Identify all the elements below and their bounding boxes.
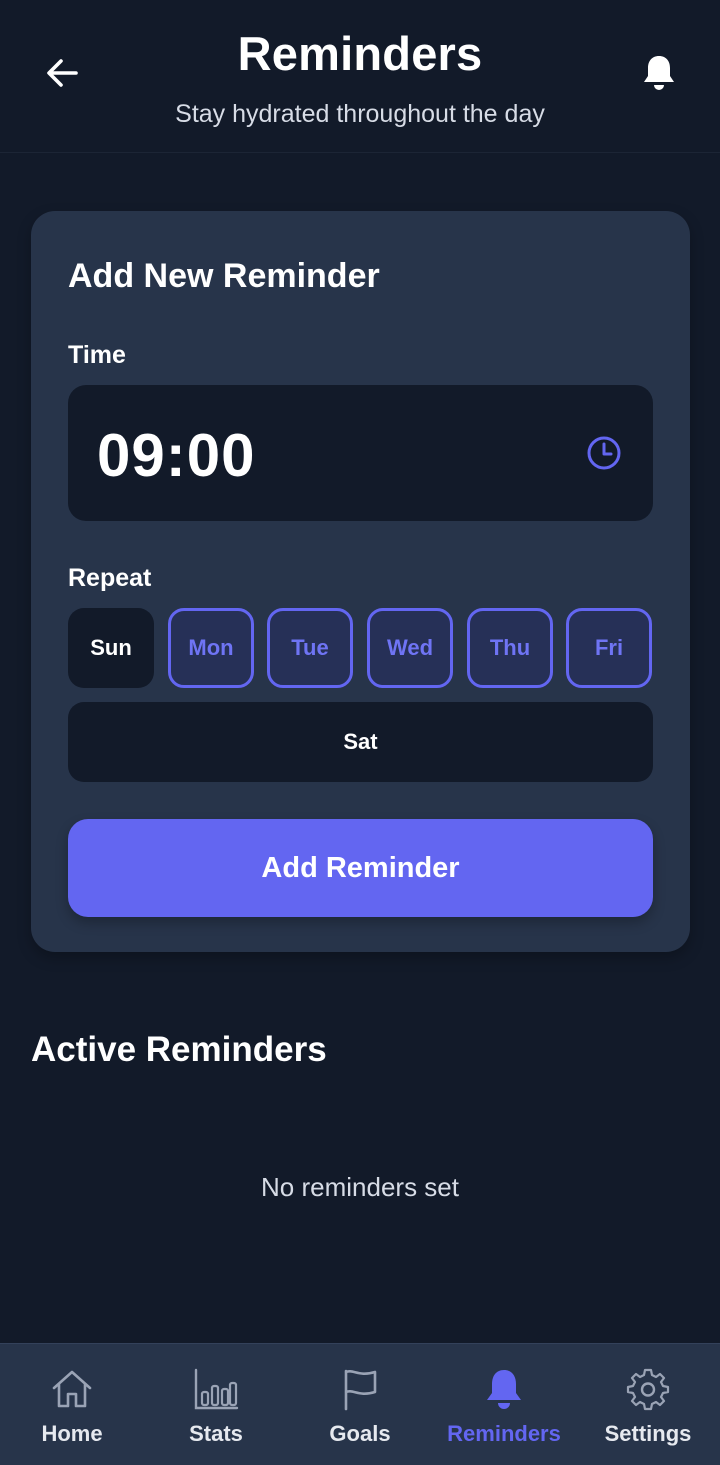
day-toggle-tue[interactable]: Tue — [267, 608, 353, 688]
empty-state-text: No reminders set — [261, 1172, 459, 1202]
nav-label-reminders: Reminders — [447, 1421, 561, 1446]
nav-item-reminders[interactable]: Reminders — [432, 1344, 576, 1465]
add-reminder-button[interactable]: Add Reminder — [68, 819, 653, 917]
bar-chart-icon — [194, 1368, 239, 1410]
clock-icon — [587, 436, 621, 470]
day-toggle-mon[interactable]: Mon — [168, 608, 254, 688]
repeat-label: Repeat — [68, 564, 152, 592]
nav-item-stats[interactable]: Stats — [144, 1344, 288, 1465]
nav-label-home: Home — [41, 1421, 103, 1446]
time-label: Time — [68, 341, 126, 369]
bell-icon — [487, 1370, 521, 1409]
day-toggle-thu[interactable]: Thu — [467, 608, 553, 688]
day-toggle-sun[interactable]: Sun — [68, 608, 154, 688]
page-subtitle: Stay hydrated throughout the day — [175, 100, 545, 128]
nav-label-goals: Goals — [329, 1421, 391, 1446]
bell-icon — [644, 56, 674, 90]
flag-icon — [344, 1369, 377, 1411]
day-toggle-sat[interactable]: Sat — [68, 702, 653, 782]
card-title: Add New Reminder — [68, 257, 380, 295]
app-header: Reminders Stay hydrated throughout the d… — [0, 0, 720, 153]
day-toggle-fri[interactable]: Fri — [566, 608, 652, 688]
add-reminder-card: Add New Reminder Time 09:00 Repeat Sun M… — [31, 211, 690, 952]
nav-item-goals[interactable]: Goals — [288, 1344, 432, 1465]
bottom-nav: Home Stats Goals Reminders Settings — [0, 1343, 720, 1465]
reminders-screen: Reminders Stay hydrated throughout the d… — [0, 0, 720, 1465]
nav-item-settings[interactable]: Settings — [576, 1344, 720, 1465]
time-picker-field[interactable]: 09:00 — [68, 385, 653, 521]
nav-label-settings: Settings — [604, 1421, 692, 1446]
time-value: 09:00 — [97, 422, 256, 489]
nav-item-home[interactable]: Home — [0, 1344, 144, 1465]
gear-icon — [626, 1368, 670, 1411]
notifications-button[interactable] — [634, 50, 684, 96]
page-title: Reminders — [237, 27, 483, 80]
nav-label-stats: Stats — [189, 1421, 243, 1446]
home-icon — [52, 1370, 92, 1408]
active-reminders-title: Active Reminders — [31, 1030, 327, 1069]
day-toggle-wed[interactable]: Wed — [367, 608, 453, 688]
